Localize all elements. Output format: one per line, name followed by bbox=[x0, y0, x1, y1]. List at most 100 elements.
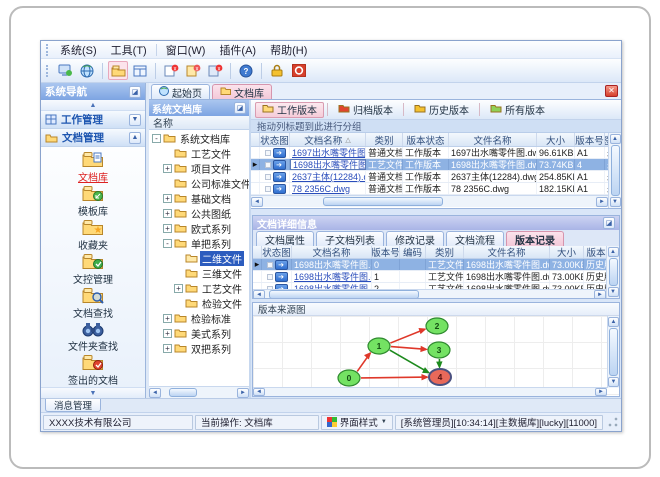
expand-icon[interactable]: + bbox=[163, 164, 172, 173]
computer-icon[interactable] bbox=[55, 61, 75, 80]
tab-文档库[interactable]: 文档库 bbox=[212, 84, 272, 100]
detail-tab-修改记录[interactable]: 修改记录 bbox=[386, 231, 444, 247]
detail-tab-版本记录[interactable]: 版本记录 bbox=[506, 231, 564, 247]
button-所有版本[interactable]: 所有版本 bbox=[483, 102, 552, 118]
tree-node-二维文件[interactable]: 二维文件 bbox=[149, 251, 249, 266]
scroll-left-icon[interactable]: ◄ bbox=[251, 196, 263, 207]
tree-node-工艺文件[interactable]: + 工艺文件 bbox=[149, 281, 249, 296]
table-vertical-scrollbar[interactable]: ▲ ▼ bbox=[608, 133, 621, 208]
graph-vertical-scrollbar[interactable]: ▲ ▼ bbox=[607, 316, 619, 388]
table-row[interactable]: ➔ 78 2356C.dwg 普通文档 工作版本 78 2356C.dwg 182.15K… bbox=[251, 183, 608, 195]
detail-horizontal-scrollbar[interactable]: ◄ ► bbox=[253, 289, 606, 298]
menu-item[interactable]: 插件(A) bbox=[212, 41, 263, 59]
column-header-状态图[interactable]: 状态图 bbox=[262, 246, 292, 258]
scroll-up-icon[interactable]: ▲ bbox=[607, 247, 619, 257]
tree-node-系统文档库[interactable]: - 系统文档库 bbox=[149, 131, 249, 146]
scrollbar-thumb[interactable] bbox=[323, 197, 443, 206]
scroll-up-icon[interactable]: ▲ bbox=[608, 317, 619, 327]
power-icon[interactable] bbox=[289, 61, 309, 80]
expand-icon[interactable]: + bbox=[174, 284, 183, 293]
sidebar-collapse-button[interactable]: ▲ bbox=[41, 100, 145, 111]
scroll-right-icon[interactable]: ► bbox=[595, 388, 607, 396]
column-header-大小[interactable]: 大小 bbox=[537, 133, 575, 146]
graph-horizontal-scrollbar[interactable]: ◄ ► bbox=[253, 387, 607, 396]
pin-icon[interactable]: ◪ bbox=[603, 217, 615, 229]
help-icon[interactable]: ? bbox=[236, 61, 256, 80]
message-management-tab[interactable]: 消息管理 bbox=[45, 399, 102, 412]
sidebar-item-文档查找[interactable]: 文档查找 bbox=[47, 286, 139, 320]
tree-node-检验标准[interactable]: + 检验标准 bbox=[149, 311, 249, 326]
doc-delete-icon[interactable]: x bbox=[205, 61, 225, 80]
table-row[interactable]: ▸➔1698出水嘴零件图.dwg0工艺文件1698出水嘴零件图.dwg73.00… bbox=[253, 259, 606, 271]
column-header-类别[interactable]: 类别 bbox=[366, 133, 403, 146]
resize-grip[interactable] bbox=[607, 416, 619, 428]
scroll-down-icon[interactable]: ▼ bbox=[608, 377, 619, 387]
menu-item[interactable]: 系统(S) bbox=[53, 41, 104, 59]
menu-item[interactable]: 帮助(H) bbox=[263, 41, 314, 59]
sidebar-group-document[interactable]: 文档管理 ▲ bbox=[41, 129, 145, 147]
column-header-类别[interactable]: 类别 bbox=[426, 246, 464, 258]
scrollbar-thumb[interactable] bbox=[269, 290, 419, 298]
grid-view-icon[interactable] bbox=[130, 61, 150, 80]
scroll-left-icon[interactable]: ◄ bbox=[149, 387, 161, 398]
row-expand-icon[interactable] bbox=[266, 261, 273, 268]
scroll-right-icon[interactable]: ► bbox=[596, 196, 608, 207]
sidebar-more-button[interactable]: ▼ bbox=[41, 387, 145, 398]
tree-node-检验文件[interactable]: 检验文件 bbox=[149, 296, 249, 311]
document-link[interactable]: 1697出水嘴零件图.dwg bbox=[292, 147, 365, 158]
document-link[interactable]: 1698出水嘴零件图.dwg bbox=[294, 259, 371, 270]
row-expand-icon[interactable] bbox=[264, 149, 271, 156]
doc-close-icon[interactable]: x bbox=[161, 61, 181, 80]
folder-open-icon[interactable] bbox=[108, 61, 128, 80]
tree-node-公司标准文件[interactable]: 公司标准文件 bbox=[149, 176, 249, 191]
collapse-icon[interactable]: - bbox=[152, 134, 161, 143]
tree-node-三维文件[interactable]: 三维文件 bbox=[149, 266, 249, 281]
tree-node-单把系列[interactable]: - 单把系列 bbox=[149, 236, 249, 251]
document-link[interactable]: 2637主体(12284).dwg bbox=[292, 171, 365, 182]
sidebar-item-模板库[interactable]: 模板库 bbox=[47, 184, 139, 218]
column-header-版本号[interactable]: 版本号 bbox=[372, 246, 400, 258]
column-header-版本号[interactable]: 版本号 bbox=[575, 133, 605, 146]
table-row[interactable]: ➔2637主体(12284).dwg普通文档工作版本2637主体(12284).… bbox=[251, 171, 608, 183]
document-link[interactable]: 1698出水嘴零件图.dwg bbox=[294, 271, 371, 282]
row-expand-icon[interactable] bbox=[264, 161, 271, 168]
table-row[interactable]: ➔1697出水嘴零件图.dwg普通文档工作版本1697出水嘴零件图.dwg96.… bbox=[251, 147, 608, 159]
menu-item[interactable]: 窗口(W) bbox=[159, 41, 213, 59]
scrollbar-thumb[interactable] bbox=[609, 328, 618, 376]
scroll-right-icon[interactable]: ► bbox=[237, 387, 249, 398]
column-header-编码[interactable]: 编码 bbox=[400, 246, 426, 258]
chevron-up-icon[interactable]: ▲ bbox=[129, 131, 141, 144]
column-header-文档名称[interactable]: 文档名称 △ bbox=[290, 133, 366, 146]
doc-export-icon[interactable]: x bbox=[183, 61, 203, 80]
scrollbar-thumb[interactable] bbox=[610, 145, 620, 196]
column-header-大小[interactable]: 大小 bbox=[550, 246, 584, 258]
sidebar-item-收藏夹[interactable]: ★ 收藏夹 bbox=[47, 218, 139, 252]
button-历史版本[interactable]: 历史版本 bbox=[407, 102, 476, 118]
table-horizontal-scrollbar[interactable]: ◄ ► bbox=[251, 195, 608, 207]
tree-node-项目文件[interactable]: + 项目文件 bbox=[149, 161, 249, 176]
detail-tab-文档流程[interactable]: 文档流程 bbox=[446, 231, 504, 247]
column-header-文件名称[interactable]: 文件名称 bbox=[464, 246, 550, 258]
tree-node-欧式系列[interactable]: + 欧式系列 bbox=[149, 221, 249, 236]
column-header-版本状态[interactable]: 版本状态 bbox=[403, 133, 449, 146]
row-expand-icon[interactable] bbox=[266, 285, 273, 289]
tree-node-基础文档[interactable]: + 基础文档 bbox=[149, 191, 249, 206]
tree-node-双把系列[interactable]: + 双把系列 bbox=[149, 341, 249, 356]
pin-icon[interactable]: ◪ bbox=[129, 85, 141, 98]
document-link[interactable]: 1698出水嘴零件图.dwg bbox=[294, 283, 371, 289]
expand-icon[interactable]: + bbox=[163, 344, 172, 353]
sidebar-item-签出的文档[interactable]: 签出的文档 bbox=[47, 353, 139, 387]
detail-tab-文档属性[interactable]: 文档属性 bbox=[256, 231, 314, 247]
scroll-down-icon[interactable]: ▼ bbox=[609, 197, 621, 207]
menubar-grip[interactable] bbox=[46, 43, 50, 56]
tab-起始页[interactable]: 起始页 bbox=[151, 84, 210, 100]
row-expand-icon[interactable] bbox=[264, 173, 271, 180]
button-归档版本[interactable]: 归档版本 bbox=[331, 102, 400, 118]
table-row[interactable]: ➔1698出水嘴零件图.dwg2工艺文件1698出水嘴零件图.dwg73.00K… bbox=[253, 283, 606, 289]
version-graph-canvas[interactable]: 0 1 2 3 4 ▲ ▼ ◄ ► bbox=[253, 316, 619, 396]
column-header-状态图[interactable]: 状态图 bbox=[260, 133, 290, 146]
toolbar-grip[interactable] bbox=[46, 64, 50, 77]
button-工作版本[interactable]: 工作版本 bbox=[255, 101, 324, 118]
lock-icon[interactable] bbox=[267, 61, 287, 80]
expand-icon[interactable]: + bbox=[163, 209, 172, 218]
